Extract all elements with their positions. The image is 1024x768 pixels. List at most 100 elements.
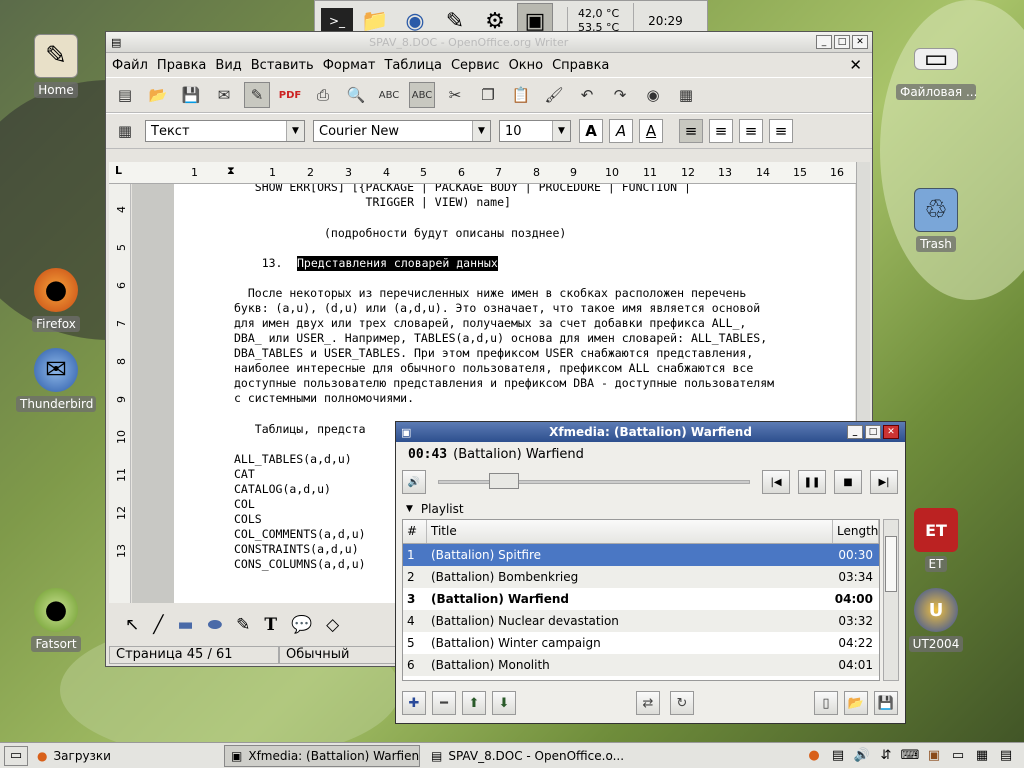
cut-icon[interactable]: ✂ [442,82,468,108]
minimize-button[interactable]: _ [816,35,832,49]
chevron-down-icon[interactable]: ▼ [552,121,570,141]
scrollbar-thumb[interactable] [885,536,897,592]
export-pdf-icon[interactable]: PDF [277,82,303,108]
open-playlist-icon[interactable]: 📂 [844,691,868,715]
select-arrow-icon[interactable]: ↖ [125,615,139,635]
playlist-row[interactable]: 5 (Battalion) Winter campaign 04:22 [403,632,879,654]
maximize-button[interactable]: □ [834,35,850,49]
freeform-tool-icon[interactable]: ✎ [236,615,250,635]
minimize-button[interactable]: _ [847,425,863,439]
align-left-icon[interactable]: ≡ [679,119,703,143]
desktop-icon-thunderbird[interactable]: ✉ Thunderbird [16,348,96,415]
chevron-down-icon[interactable]: ▼ [472,121,490,141]
playlist-row[interactable]: 2 (Battalion) Bombenkrieg 03:34 [403,566,879,588]
font-name-select[interactable]: Courier New ▼ [313,120,491,142]
close-button[interactable]: ✕ [852,35,868,49]
align-right-icon[interactable]: ≡ [739,119,763,143]
justify-icon[interactable]: ≡ [769,119,793,143]
column-number[interactable]: # [403,520,427,543]
autospell-icon[interactable]: ABC [409,82,435,108]
desktop-icon-home[interactable]: ✎ Home [16,34,96,101]
repeat-icon[interactable]: ↻ [670,691,694,715]
menu-view[interactable]: Вид [215,58,241,73]
taskbar-item-xfmedia[interactable]: ▣ Xfmedia: (Battalion) Warfiend [224,744,420,767]
desktop-icon-ut2004[interactable]: U UT2004 [896,588,976,655]
styles-icon[interactable]: ▦ [112,118,138,144]
align-center-icon[interactable]: ≡ [709,119,733,143]
remove-track-icon[interactable]: ━ [432,691,456,715]
menu-tools[interactable]: Сервис [451,58,500,73]
desktop-icon-firefox[interactable]: ● Firefox [16,268,96,335]
italic-icon[interactable]: A [609,119,633,143]
playlist-row[interactable]: 6 (Battalion) Monolith 04:01 [403,654,879,676]
desktop-icon-filesystem[interactable]: ▭ Файловая ... [896,38,976,103]
column-length[interactable]: Length [833,520,879,543]
close-button[interactable]: ✕ [883,425,899,439]
underline-icon[interactable]: A [639,119,663,143]
edit-mode-icon[interactable]: ✎ [244,82,270,108]
redo-icon[interactable]: ↷ [607,82,633,108]
menu-file[interactable]: Файл [112,58,148,73]
callout-tool-icon[interactable]: 💬 [291,615,312,635]
playlist-row[interactable]: 1 (Battalion) Spitfire 00:30 [403,544,879,566]
battery-icon[interactable]: ▭ [948,746,968,766]
menu-help[interactable]: Справка [552,58,609,73]
writer-titlebar[interactable]: ▤ SPAV_8.DOC - OpenOffice.org Writer _ □… [106,32,872,53]
move-up-icon[interactable]: ⬆ [462,691,486,715]
undo-icon[interactable]: ↶ [574,82,600,108]
text-tool-icon[interactable]: T [264,615,277,635]
taskbar-item-downloads[interactable]: ● Загрузки [30,745,220,767]
open-icon[interactable]: 📂 [145,82,171,108]
save-icon[interactable]: 💾 [178,82,204,108]
spellcheck-icon[interactable]: ABC [376,82,402,108]
menu-format[interactable]: Формат [323,58,376,73]
menu-window[interactable]: Окно [509,58,544,73]
next-track-icon[interactable]: ▶| [870,470,898,494]
shapes-tool-icon[interactable]: ◇ [326,615,339,635]
rectangle-tool-icon[interactable]: ▬ [178,615,194,635]
taskbar-item-writer[interactable]: ▤ SPAV_8.DOC - OpenOffice.o... [424,745,624,767]
pause-icon[interactable]: ❚❚ [798,470,826,494]
new-document-icon[interactable]: ▤ [112,82,138,108]
table-icon[interactable]: ▦ [673,82,699,108]
tab-stop-icon[interactable]: L [115,164,122,177]
horizontal-ruler[interactable]: L 1 ⧗ 1 2 3 4 5 6 7 8 9 10 11 12 13 14 1… [109,162,859,184]
move-down-icon[interactable]: ⬇ [492,691,516,715]
copy-icon[interactable]: ❐ [475,82,501,108]
indent-marker-icon[interactable]: ⧗ [227,164,235,178]
paste-icon[interactable]: 📋 [508,82,534,108]
add-track-icon[interactable]: ✚ [402,691,426,715]
playlist-toggle[interactable]: ▼ Playlist [396,498,905,520]
new-playlist-icon[interactable]: ▯ [814,691,838,715]
seek-handle[interactable] [489,473,519,489]
stop-icon[interactable]: ■ [834,470,862,494]
desktop-icon-et[interactable]: ET ET [896,508,976,575]
network-icon[interactable]: ⇵ [876,746,896,766]
volume-icon[interactable]: 🔊 [852,746,872,766]
desktop-icon-trash[interactable]: ♲ Trash [896,188,976,255]
playlist-row[interactable]: 3 (Battalion) Warfiend 04:00 [403,588,879,610]
column-title[interactable]: Title [427,520,833,543]
line-tool-icon[interactable]: ╱ [153,615,163,635]
chevron-down-icon[interactable]: ▼ [286,121,304,141]
paragraph-style-select[interactable]: Текст ▼ [145,120,305,142]
workspace-icon[interactable]: ▤ [996,746,1016,766]
print-preview-icon[interactable]: 🔍 [343,82,369,108]
print-icon[interactable]: ⎙ [310,82,336,108]
playlist-scrollbar[interactable] [883,519,899,681]
save-playlist-icon[interactable]: 💾 [874,691,898,715]
maximize-button[interactable]: □ [865,425,881,439]
font-size-select[interactable]: 10 ▼ [499,120,571,142]
menu-table[interactable]: Таблица [384,58,442,73]
xfmedia-titlebar[interactable]: ▣ Xfmedia: (Battalion) Warfiend _ □ ✕ [396,422,905,442]
ellipse-tool-icon[interactable]: ⬬ [208,615,223,635]
shuffle-icon[interactable]: ⇄ [636,691,660,715]
email-icon[interactable]: ✉ [211,82,237,108]
format-paintbrush-icon[interactable]: 🖌 [541,82,567,108]
writer-doc-icon[interactable]: ▤ [828,746,848,766]
volume-icon[interactable]: 🔊 [402,470,426,494]
desktop-icon-fatsort[interactable]: ● Fatsort [16,588,96,655]
close-document-icon[interactable]: ✕ [849,56,862,74]
package-icon[interactable]: ▣ [924,746,944,766]
menu-edit[interactable]: Правка [157,58,206,73]
